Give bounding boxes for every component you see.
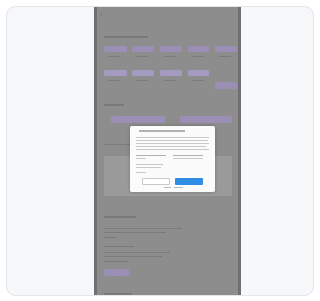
chevron-left-icon[interactable]: ‹	[100, 11, 105, 18]
dialog-text-line	[136, 172, 146, 173]
option-caption	[164, 56, 176, 57]
body-text-line	[104, 261, 128, 262]
option-pill[interactable]	[160, 46, 182, 52]
section-heading	[104, 104, 124, 106]
footer-link[interactable]	[174, 187, 183, 188]
option-pill[interactable]	[104, 70, 127, 76]
option-value	[136, 158, 146, 159]
option-caption	[192, 56, 204, 57]
screen-right-edge	[238, 7, 241, 295]
option-pill[interactable]	[160, 70, 182, 76]
option-pill[interactable]	[188, 70, 209, 76]
option-caption	[108, 80, 120, 81]
dialog-text-line	[136, 149, 209, 150]
option-caption	[192, 80, 204, 81]
option-pill[interactable]	[104, 46, 127, 52]
option-pill[interactable]	[215, 46, 237, 52]
option-caption	[108, 56, 120, 57]
option-caption	[164, 80, 176, 81]
section-heading	[104, 36, 148, 38]
accept-button[interactable]	[175, 178, 203, 185]
body-text-line	[104, 232, 166, 233]
dialog-text-line	[136, 143, 209, 144]
body-text-line	[104, 256, 162, 257]
option-label[interactable]	[136, 155, 166, 156]
decline-button[interactable]	[142, 178, 170, 185]
submit-button[interactable]	[104, 269, 129, 276]
dialog-text-line	[136, 164, 163, 165]
body-text-line	[104, 228, 182, 229]
section-heading	[104, 216, 136, 218]
screen-left-edge	[94, 7, 97, 295]
footer-link[interactable]	[164, 187, 171, 188]
cookie-consent-dialog	[130, 126, 215, 192]
option-pill[interactable]	[132, 46, 154, 52]
dialog-text-line	[136, 140, 208, 141]
option-label[interactable]	[173, 155, 203, 156]
dialog-text-line	[136, 146, 206, 147]
action-button[interactable]	[180, 116, 232, 123]
option-pill[interactable]	[132, 70, 154, 76]
dialog-text-line	[136, 137, 209, 138]
option-caption	[136, 56, 148, 57]
action-button[interactable]	[111, 116, 165, 123]
option-caption	[219, 56, 231, 57]
body-text-line	[104, 252, 170, 253]
dialog-text-line	[136, 167, 161, 168]
body-text-line	[104, 237, 116, 238]
body-text-line	[104, 246, 134, 247]
option-pill[interactable]	[188, 46, 209, 52]
option-value	[173, 158, 203, 159]
option-caption	[136, 80, 148, 81]
preview-card: ‹	[6, 6, 314, 296]
mobile-screen: ‹	[94, 7, 241, 295]
section-heading	[104, 293, 132, 295]
option-pill[interactable]	[215, 82, 237, 89]
dialog-title-text	[139, 130, 185, 132]
